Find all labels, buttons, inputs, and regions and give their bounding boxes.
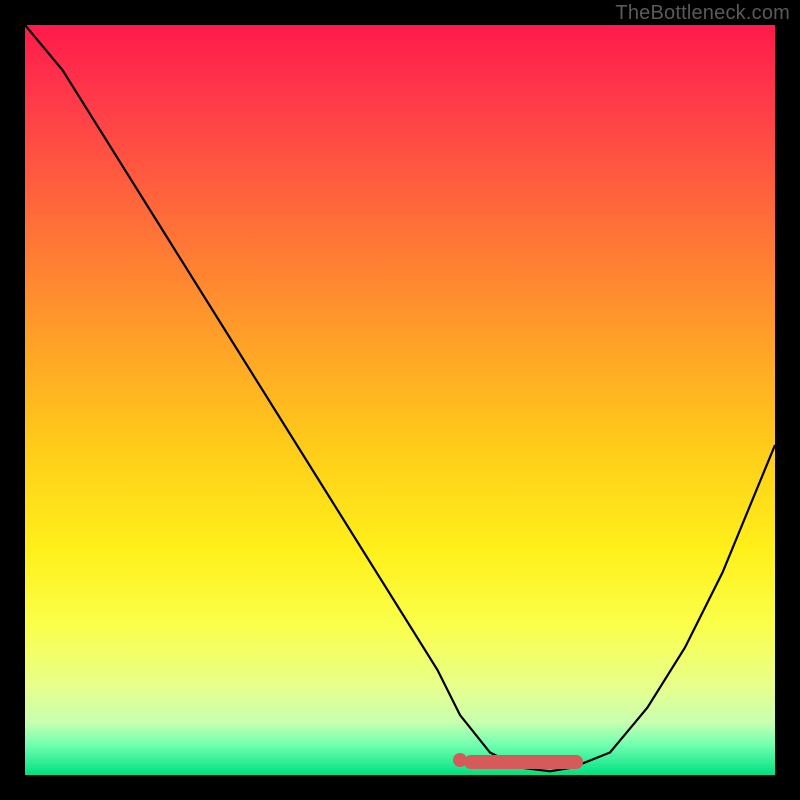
bottleneck-curve bbox=[25, 25, 775, 771]
watermark-text: TheBottleneck.com bbox=[615, 2, 790, 25]
marker-bar-icon bbox=[464, 755, 583, 769]
curve-svg bbox=[25, 25, 775, 775]
chart-frame: TheBottleneck.com bbox=[0, 0, 800, 800]
plot-area bbox=[25, 25, 775, 775]
